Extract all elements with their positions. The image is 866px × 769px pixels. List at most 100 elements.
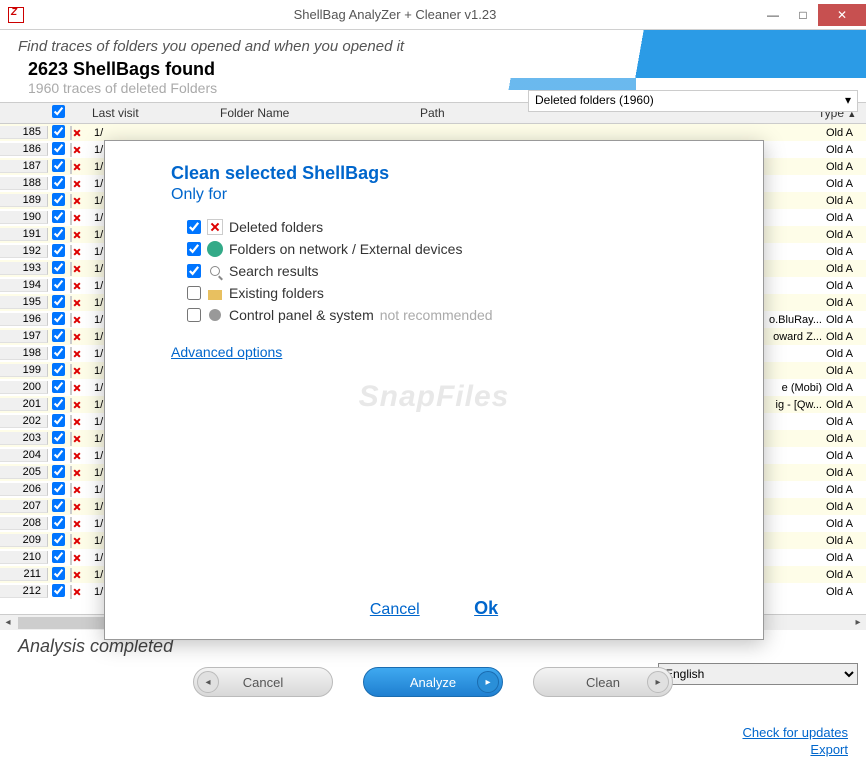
filter-dropdown[interactable]: Deleted folders (1960) ▾ [528, 90, 858, 112]
found-count: 2623 ShellBags found [28, 59, 848, 80]
opt-network-label: Folders on network / External devices [229, 241, 462, 257]
row-checkbox[interactable] [52, 397, 65, 410]
row-checkbox[interactable] [52, 465, 65, 478]
row-type: Old A [826, 552, 866, 564]
row-checkbox[interactable] [52, 499, 65, 512]
row-type: Old A [826, 433, 866, 445]
export-link[interactable]: Export [742, 742, 848, 757]
row-index: 208 [0, 517, 48, 530]
row-checkbox[interactable] [52, 125, 65, 138]
col-lastvisit[interactable]: Last visit [90, 106, 220, 120]
row-checkbox[interactable] [52, 533, 65, 546]
deleted-icon [70, 585, 72, 599]
row-index: 205 [0, 466, 48, 479]
app-icon [8, 7, 24, 23]
opt-network-checkbox[interactable] [187, 242, 201, 256]
row-index: 197 [0, 330, 48, 343]
row-checkbox[interactable] [52, 193, 65, 206]
deleted-icon [70, 500, 72, 514]
row-index: 185 [0, 126, 48, 139]
deleted-icon [70, 347, 72, 361]
maximize-button[interactable]: □ [788, 4, 818, 26]
deleted-icon [70, 194, 72, 208]
col-foldername[interactable]: Folder Name [220, 106, 420, 120]
row-type: Old A [826, 586, 866, 598]
row-type: Old A [826, 382, 866, 394]
row-type: Old A [826, 501, 866, 513]
deleted-icon [70, 432, 72, 446]
row-checkbox[interactable] [52, 295, 65, 308]
row-type: Old A [826, 178, 866, 190]
row-checkbox[interactable] [52, 142, 65, 155]
row-checkbox[interactable] [52, 482, 65, 495]
opt-controlpanel-label: Control panel & system [229, 307, 374, 323]
opt-existing-checkbox[interactable] [187, 286, 201, 300]
row-index: 198 [0, 347, 48, 360]
row-checkbox[interactable] [52, 244, 65, 257]
row-path-tail: e (Mobi) [782, 382, 826, 394]
table-row[interactable]: 1851/Old A [0, 124, 866, 141]
deleted-icon [207, 219, 223, 235]
dialog-cancel-button[interactable]: Cancel [370, 601, 420, 618]
row-checkbox[interactable] [52, 227, 65, 240]
row-checkbox[interactable] [52, 346, 65, 359]
deleted-icon [70, 143, 72, 157]
row-type: Old A [826, 144, 866, 156]
language-select[interactable]: English [658, 663, 858, 685]
row-checkbox[interactable] [52, 159, 65, 172]
row-index: 196 [0, 313, 48, 326]
row-type: Old A [826, 416, 866, 428]
opt-search-checkbox[interactable] [187, 264, 201, 278]
deleted-icon [70, 330, 72, 344]
row-checkbox[interactable] [52, 414, 65, 427]
opt-controlpanel-checkbox[interactable] [187, 308, 201, 322]
row-checkbox[interactable] [52, 550, 65, 563]
row-checkbox[interactable] [52, 176, 65, 189]
row-index: 206 [0, 483, 48, 496]
window-title: ShellBag AnalyZer + Cleaner v1.23 [32, 7, 758, 22]
analyze-button[interactable]: Analyze▸ [363, 667, 503, 697]
dialog-ok-button[interactable]: Ok [474, 598, 498, 618]
row-index: 188 [0, 177, 48, 190]
deleted-icon [70, 262, 72, 276]
opt-deleted-checkbox[interactable] [187, 220, 201, 234]
row-checkbox[interactable] [52, 516, 65, 529]
row-index: 186 [0, 143, 48, 156]
cancel-button[interactable]: ◂Cancel [193, 667, 333, 697]
deleted-icon [70, 568, 72, 582]
row-checkbox[interactable] [52, 278, 65, 291]
row-type: Old A [826, 263, 866, 275]
row-checkbox[interactable] [52, 584, 65, 597]
row-checkbox[interactable] [52, 448, 65, 461]
row-index: 200 [0, 381, 48, 394]
row-checkbox[interactable] [52, 210, 65, 223]
row-checkbox[interactable] [52, 363, 65, 376]
deleted-icon [70, 160, 72, 174]
row-index: 187 [0, 160, 48, 173]
row-checkbox[interactable] [52, 431, 65, 444]
check-updates-link[interactable]: Check for updates [742, 725, 848, 740]
deleted-icon [70, 466, 72, 480]
deleted-icon [70, 228, 72, 242]
row-checkbox[interactable] [52, 261, 65, 274]
row-type: Old A [826, 467, 866, 479]
advanced-options-link[interactable]: Advanced options [171, 344, 282, 360]
minimize-button[interactable]: — [758, 4, 788, 26]
select-all-checkbox[interactable] [52, 105, 65, 118]
row-index: 192 [0, 245, 48, 258]
row-checkbox[interactable] [52, 312, 65, 325]
row-checkbox[interactable] [52, 380, 65, 393]
deleted-icon [70, 449, 72, 463]
clean-button[interactable]: Clean▸ [533, 667, 673, 697]
row-type: Old A [826, 365, 866, 377]
not-recommended-note: not recommended [380, 307, 493, 323]
row-checkbox[interactable] [52, 567, 65, 580]
deleted-icon [70, 534, 72, 548]
row-path-tail: o.BluRay... [769, 314, 826, 326]
row-type: Old A [826, 280, 866, 292]
close-button[interactable]: ✕ [818, 4, 866, 26]
dialog-title: Clean selected ShellBags [171, 163, 733, 184]
row-checkbox[interactable] [52, 329, 65, 342]
row-index: 211 [0, 568, 48, 581]
row-index: 194 [0, 279, 48, 292]
